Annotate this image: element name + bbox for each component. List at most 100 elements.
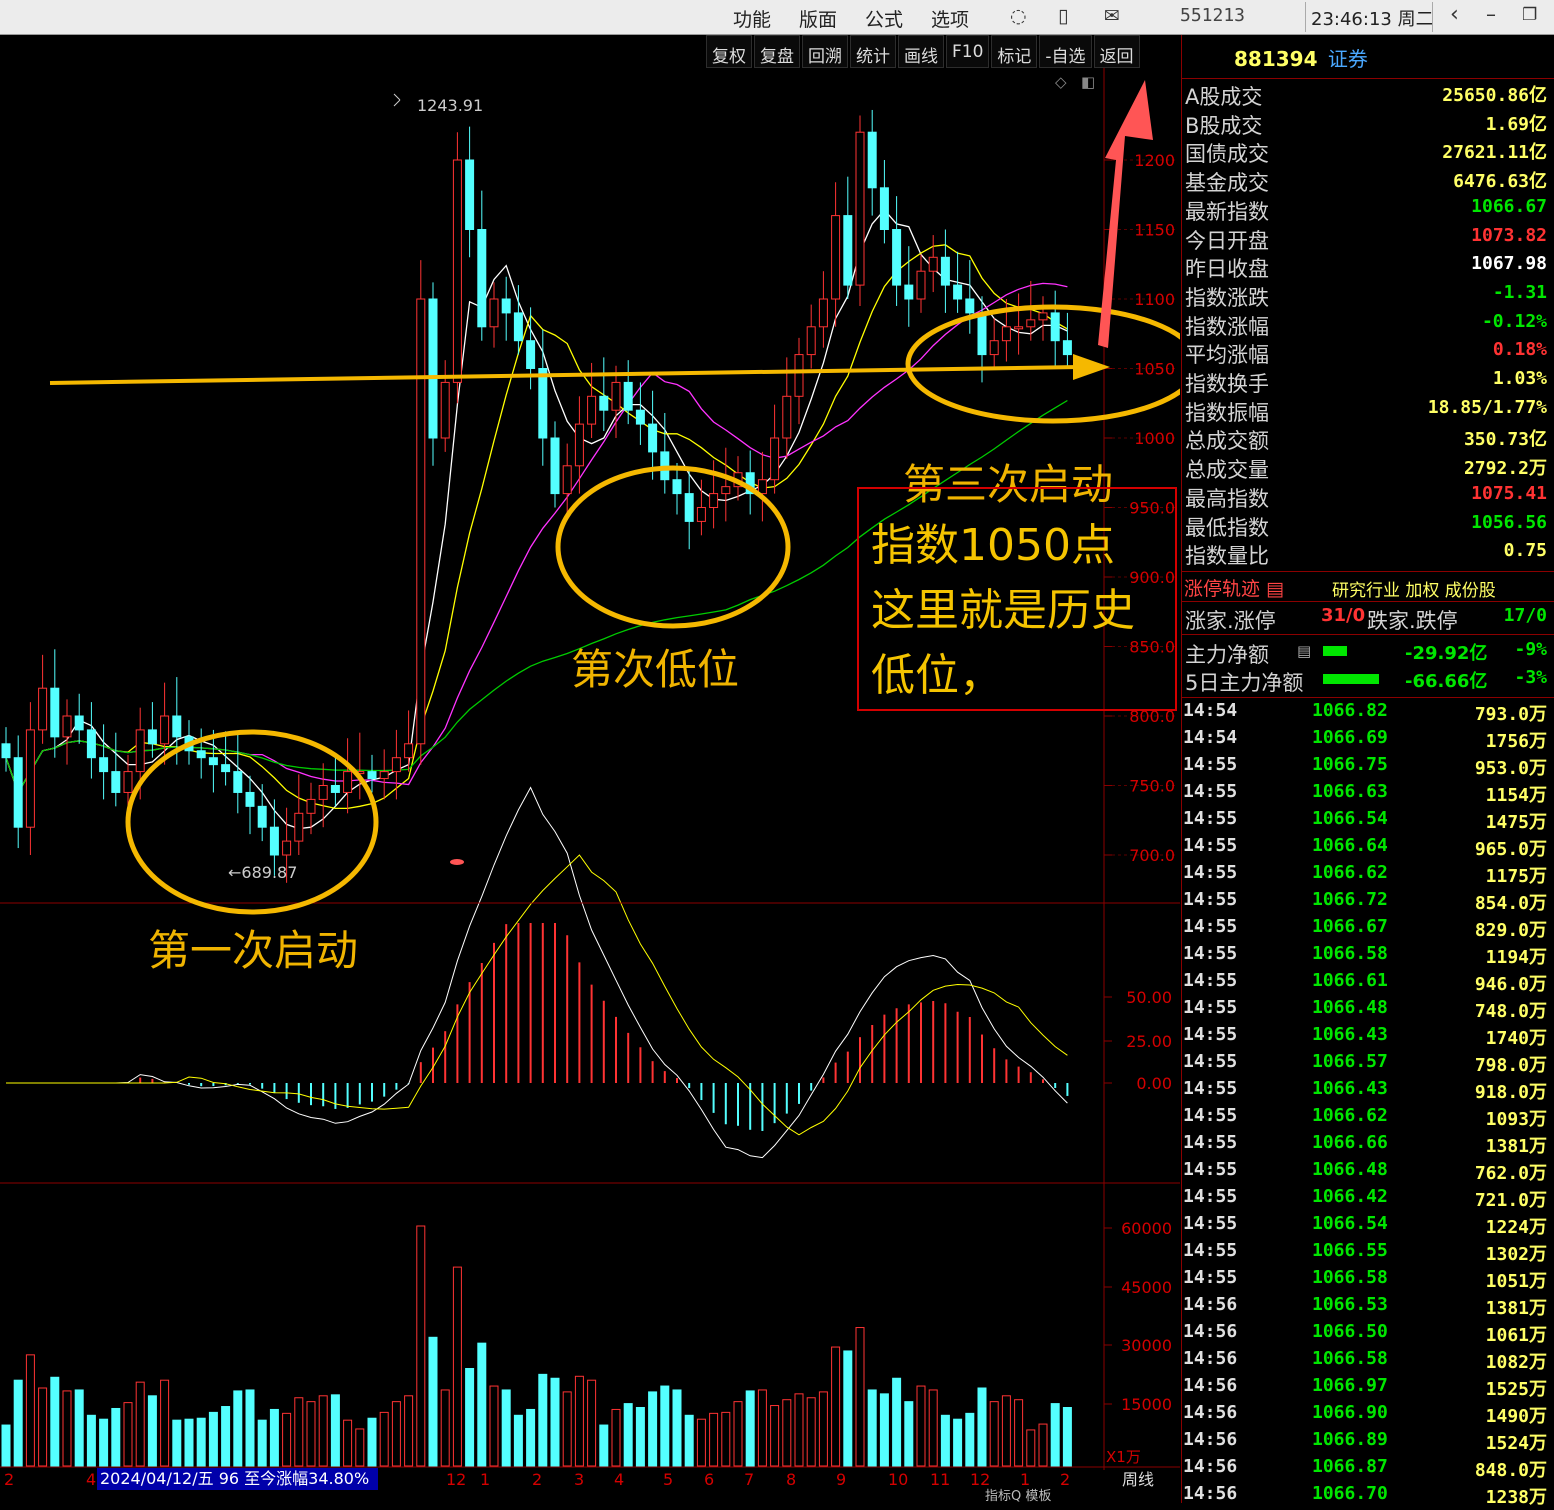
tick-price: 1066.48 <box>1312 997 1388 1018</box>
tick-row: 14:55 1066.62 1093万 <box>1182 1105 1547 1132</box>
stat-label: 指数量比 <box>1185 544 1269 569</box>
volume-bar <box>367 1417 377 1467</box>
mail-icon[interactable]: ✉ <box>1104 5 1120 27</box>
volume-bar <box>330 1394 340 1467</box>
candle-body <box>648 423 658 453</box>
stat-row: 指数涨跌 -1.31 <box>1185 282 1547 310</box>
tick-row: 14:56 1066.70 1238万 <box>1182 1483 1547 1510</box>
tick-price: 1066.72 <box>1312 889 1388 910</box>
tick-time: 14:55 <box>1183 1105 1238 1126</box>
kline-chart[interactable]: 12001150110010501000950.0900.0850.0800.0… <box>0 68 1180 1503</box>
candle-body <box>1062 340 1072 356</box>
tick-time: 14:55 <box>1183 1240 1238 1261</box>
date-tick-label: 5 <box>663 1470 673 1489</box>
volume-bar <box>989 1401 999 1467</box>
limit-trace-tab[interactable]: 涨停轨迹 ▤ <box>1184 574 1284 601</box>
candle-body <box>343 771 353 793</box>
tick-row: 14:55 1066.64 965.0万 <box>1182 835 1547 862</box>
volume-bar <box>648 1391 658 1467</box>
candle-body <box>269 826 279 856</box>
tick-row: 14:55 1066.61 946.0万 <box>1182 970 1547 997</box>
candle-body <box>635 409 645 425</box>
volume-bar <box>599 1424 609 1467</box>
volume-bar <box>843 1350 853 1467</box>
volume-bar <box>1001 1395 1011 1467</box>
5day-flow-row: 5日主力净额 -66.66亿 -3% <box>1185 667 1547 695</box>
menu-options[interactable]: 选项 <box>931 5 969 32</box>
stat-label: 指数涨幅 <box>1185 314 1269 339</box>
volume-bar <box>355 1428 365 1467</box>
panel-links[interactable]: 研究行业 加权 成份股 <box>1332 576 1496 601</box>
tick-time: 14:55 <box>1183 943 1238 964</box>
volume-bar <box>196 1417 206 1467</box>
volume-bar <box>147 1395 157 1467</box>
backtrack-button[interactable]: 回溯 <box>802 35 848 68</box>
volume-bar <box>74 1389 84 1467</box>
volume-bar <box>733 1401 743 1467</box>
tick-row: 14:54 1066.82 793.0万 <box>1182 700 1547 727</box>
volume-bar <box>25 1354 35 1467</box>
candle-body <box>465 159 475 230</box>
tick-time: 14:55 <box>1183 808 1238 829</box>
volume-tick-label: 45000 <box>1121 1278 1172 1297</box>
volume-bar <box>172 1419 182 1467</box>
tick-volume: 1093万 <box>1485 1109 1547 1130</box>
volume-panel <box>1 1225 1072 1467</box>
stat-value: 1056.56 <box>1471 511 1547 533</box>
tick-row: 14:56 1066.89 1524万 <box>1182 1429 1547 1456</box>
tick-row: 14:55 1066.63 1154万 <box>1182 781 1547 808</box>
candle-body <box>13 757 23 828</box>
return-button[interactable]: 返回 <box>1093 35 1140 68</box>
date-tick-label: 10 <box>888 1470 908 1489</box>
restore-icon[interactable]: ❐ <box>1522 5 1537 25</box>
menu-formula[interactable]: 公式 <box>865 5 903 32</box>
candle-body <box>953 284 963 300</box>
tick-volume: 1525万 <box>1485 1379 1547 1400</box>
volume-bar <box>782 1399 792 1467</box>
tick-price: 1066.90 <box>1312 1402 1388 1423</box>
replay-button[interactable]: 复盘 <box>754 35 800 68</box>
volume-bar <box>489 1385 499 1467</box>
flow-bar <box>1323 674 1379 684</box>
chat-icon[interactable]: ◌ <box>1010 5 1027 27</box>
candle-body <box>672 479 682 495</box>
tick-price: 1066.87 <box>1312 1456 1388 1477</box>
tick-row: 14:55 1066.58 1051万 <box>1182 1267 1547 1294</box>
candle-body <box>770 437 780 481</box>
tick-time: 14:55 <box>1183 1078 1238 1099</box>
back-arrow-icon[interactable]: ‹ <box>1450 2 1459 27</box>
volume-bar <box>208 1411 218 1467</box>
f10-button[interactable]: F10 <box>946 35 990 68</box>
stats-button[interactable]: 统计 <box>850 35 896 68</box>
quote-panel: 881394 证券 A股成交 25650.86亿 B股成交 1.69亿 国债成交 2762… <box>1181 35 1554 1508</box>
tick-price: 1066.54 <box>1312 1213 1388 1234</box>
tick-time: 14:55 <box>1183 1159 1238 1180</box>
volume-bar <box>477 1342 487 1467</box>
watchlist-button[interactable]: -自选 <box>1039 35 1092 68</box>
tick-row: 14:55 1066.54 1475万 <box>1182 808 1547 835</box>
advance-count: 31/0 <box>1321 605 1366 626</box>
draw-button[interactable]: 画线 <box>898 35 944 68</box>
candle-body <box>1014 326 1024 330</box>
tick-time: 14:56 <box>1183 1429 1238 1450</box>
candle-body <box>123 771 133 793</box>
mark-button[interactable]: 标记 <box>991 35 1038 68</box>
tick-price: 1066.57 <box>1312 1051 1388 1072</box>
candle-body <box>160 715 170 745</box>
fuquan-button[interactable]: 复权 <box>706 35 752 68</box>
tick-volume: 1238万 <box>1485 1487 1547 1508</box>
menu-function[interactable]: 功能 <box>733 5 771 32</box>
minimize-icon[interactable]: – <box>1486 2 1496 26</box>
candle-body <box>62 715 72 738</box>
stat-label: 今日开盘 <box>1185 228 1269 253</box>
candle-body <box>245 791 255 807</box>
indicator-tabs: 指标Q 模板 <box>985 1489 1051 1503</box>
candle-body <box>330 785 340 793</box>
phone-icon[interactable]: ▯ <box>1058 5 1068 27</box>
candle-body <box>721 486 731 495</box>
menu-layout[interactable]: 版面 <box>799 5 837 32</box>
tick-price: 1066.43 <box>1312 1078 1388 1099</box>
tick-volume: 946.0万 <box>1474 974 1547 995</box>
candle-body <box>623 381 633 411</box>
volume-bar <box>587 1379 597 1467</box>
